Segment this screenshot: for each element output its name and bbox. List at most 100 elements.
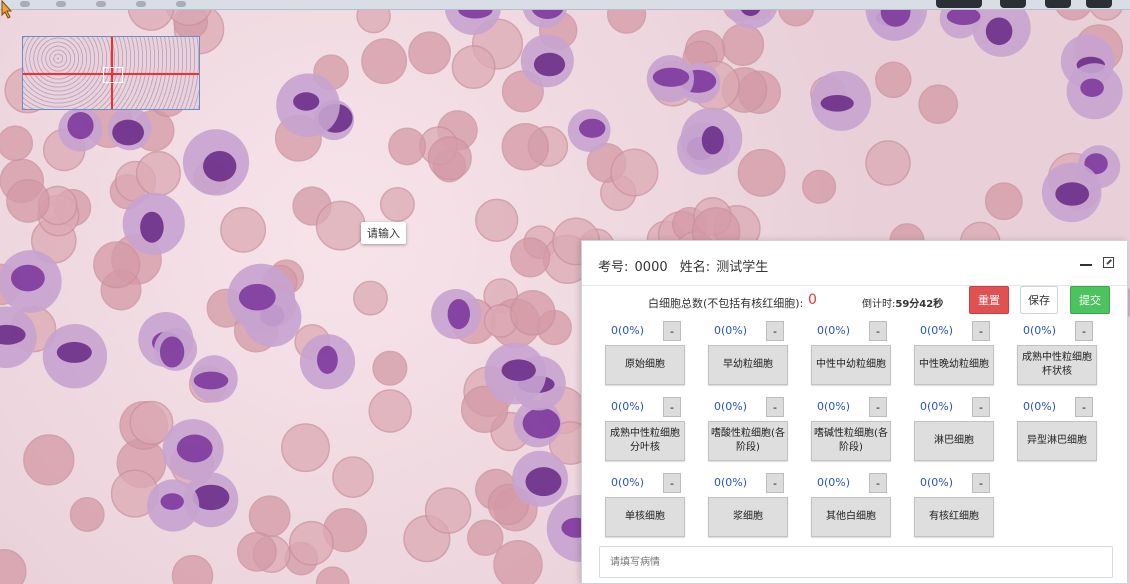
red-blood-cell xyxy=(248,495,291,538)
cell-type-button[interactable]: 成熟中性粒细胞杆状核 xyxy=(1017,345,1097,385)
exam-number: 0000 xyxy=(634,260,668,275)
red-blood-cell xyxy=(135,150,181,197)
cell-nucleus xyxy=(56,341,92,363)
cell-counter: 0(0%) - 成熟中性粒细胞分叶核 xyxy=(605,397,687,465)
red-blood-cell xyxy=(0,549,27,584)
cell-type-button[interactable]: 中性中幼粒细胞 xyxy=(811,345,891,385)
cell-type-button[interactable]: 其他白细胞 xyxy=(811,497,891,537)
cell-type-button[interactable]: 淋巴细胞 xyxy=(914,421,994,461)
navigator-minimap[interactable] xyxy=(22,36,200,110)
decrement-button[interactable]: - xyxy=(972,397,990,417)
cell-counter: 0(0%) - 其他白细胞 xyxy=(811,473,893,541)
cell-counter: 0(0%) - 早幼粒细胞 xyxy=(708,321,790,389)
expand-icon[interactable] xyxy=(1103,257,1114,268)
cell-nucleus xyxy=(946,7,981,25)
cell-nucleus xyxy=(203,151,237,182)
red-blood-cell xyxy=(918,84,959,125)
decrement-button[interactable]: - xyxy=(1075,321,1093,341)
decrement-button[interactable]: - xyxy=(663,397,681,417)
red-blood-cell xyxy=(23,434,75,486)
decrement-button[interactable]: - xyxy=(972,321,990,341)
red-blood-cell xyxy=(6,178,50,223)
red-blood-cell xyxy=(368,389,412,433)
toolbar-icon[interactable] xyxy=(20,1,30,7)
cell-type-button[interactable]: 异型淋巴细胞 xyxy=(1017,421,1097,461)
red-blood-cell xyxy=(610,148,659,197)
cell-count-percent: 0(0%) xyxy=(1023,324,1057,337)
toolbar-icon[interactable] xyxy=(136,1,146,7)
toolbar-icon[interactable] xyxy=(96,1,106,7)
red-blood-cell xyxy=(467,519,504,556)
cell-type-button[interactable]: 浆细胞 xyxy=(708,497,788,537)
decrement-button[interactable]: - xyxy=(663,321,681,341)
toolbar-button[interactable] xyxy=(936,0,982,8)
red-blood-cell xyxy=(510,237,551,278)
toolbar-icon[interactable] xyxy=(176,1,186,7)
red-blood-cell xyxy=(501,123,550,171)
cell-nucleus xyxy=(501,359,536,382)
red-blood-cell xyxy=(737,148,786,197)
cell-count-percent: 0(0%) xyxy=(611,400,645,413)
cell-nucleus xyxy=(160,493,184,510)
remark-input[interactable] xyxy=(599,546,1113,578)
red-blood-cell xyxy=(236,531,277,572)
decrement-button[interactable]: - xyxy=(869,321,887,341)
cell-type-button[interactable]: 嗜碱性粒细胞(各阶段) xyxy=(811,421,891,461)
minimap-viewport-box[interactable] xyxy=(103,67,123,83)
cell-nucleus xyxy=(159,336,185,368)
red-blood-cell xyxy=(372,350,408,386)
toolbar-icon[interactable] xyxy=(56,1,66,7)
cell-count-panel: 考号: 0000 姓名: 测试学生 白细胞总数(不包括有核红细胞): 0 倒计时… xyxy=(581,240,1128,584)
cell-nucleus xyxy=(11,264,45,292)
cell-type-button[interactable]: 中性晚幼粒细胞 xyxy=(914,345,994,385)
cell-nucleus xyxy=(522,408,561,439)
decrement-button[interactable]: - xyxy=(766,473,784,493)
decrement-button[interactable]: - xyxy=(972,473,990,493)
cell-type-button[interactable]: 早幼粒细胞 xyxy=(708,345,788,385)
cell-type-button[interactable]: 有核红细胞 xyxy=(914,497,994,537)
cell-type-button[interactable]: 成熟中性粒细胞分叶核 xyxy=(605,421,685,461)
minimize-icon[interactable] xyxy=(1080,264,1092,266)
cell-type-button[interactable]: 单核细胞 xyxy=(605,497,685,537)
decrement-button[interactable]: - xyxy=(869,473,887,493)
cell-nucleus xyxy=(447,299,470,330)
cell-type-button[interactable]: 原始细胞 xyxy=(605,345,685,385)
red-blood-cell xyxy=(315,566,350,584)
red-blood-cell xyxy=(493,540,543,584)
cell-counter: 0(0%) - 异型淋巴细胞 xyxy=(1017,397,1099,465)
toolbar-button[interactable] xyxy=(1000,0,1026,8)
cell-count-percent: 0(0%) xyxy=(920,400,954,413)
reset-button[interactable]: 重置 xyxy=(969,286,1009,314)
decrement-button[interactable]: - xyxy=(663,473,681,493)
cell-counter: 0(0%) - 嗜碱性粒细胞(各阶段) xyxy=(811,397,893,465)
wbc-total-label: 白细胞总数(不包括有核红细胞): xyxy=(648,297,804,310)
decrement-button[interactable]: - xyxy=(766,321,784,341)
toolbar-button[interactable] xyxy=(1045,0,1071,8)
red-blood-cell xyxy=(288,520,334,566)
toolbar-button[interactable] xyxy=(1086,0,1112,8)
cell-nucleus xyxy=(1055,182,1090,206)
cell-nucleus xyxy=(525,467,562,497)
cell-counter: 0(0%) - 成熟中性粒细胞杆状核 xyxy=(1017,321,1099,389)
cell-counter: 0(0%) - 单核细胞 xyxy=(605,473,687,541)
cell-counter: 0(0%) - 嗜酸性粒细胞(各阶段) xyxy=(708,397,790,465)
decrement-button[interactable]: - xyxy=(766,397,784,417)
cell-counter: 0(0%) - 中性中幼粒细胞 xyxy=(811,321,893,389)
submit-button[interactable]: 提交 xyxy=(1070,286,1110,314)
cell-type-button[interactable]: 嗜酸性粒细胞(各阶段) xyxy=(708,421,788,461)
cell-nucleus xyxy=(238,283,276,311)
decrement-button[interactable]: - xyxy=(869,397,887,417)
cell-count-percent: 0(0%) xyxy=(714,476,748,489)
cell-counter: 0(0%) - 浆细胞 xyxy=(708,473,790,541)
red-blood-cell xyxy=(353,280,388,316)
cell-count-percent: 0(0%) xyxy=(920,476,954,489)
cell-nucleus xyxy=(317,345,338,374)
decrement-button[interactable]: - xyxy=(1075,397,1093,417)
red-blood-cell xyxy=(332,456,374,498)
red-blood-cell xyxy=(361,38,408,85)
red-blood-cell xyxy=(315,200,366,251)
timer-value: 59分42秒 xyxy=(895,299,944,310)
save-button[interactable]: 保存 xyxy=(1020,286,1058,314)
cell-nucleus xyxy=(112,119,144,146)
red-blood-cell xyxy=(171,554,214,584)
